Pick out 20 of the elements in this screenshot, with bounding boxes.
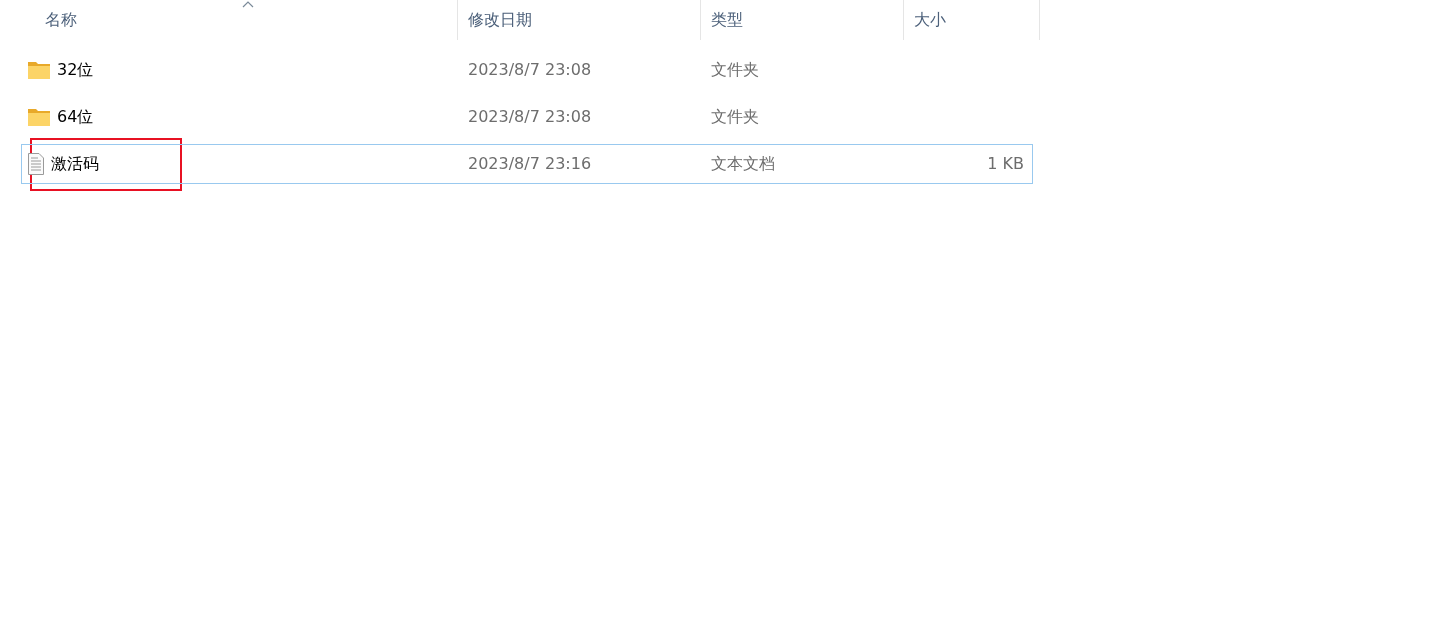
file-name: 64位 [57, 106, 94, 128]
modified-date: 2023/8/7 23:08 [468, 60, 592, 79]
column-header[interactable]: 修改日期 [458, 0, 701, 40]
file-row[interactable]: 64位 2023/8/7 23:08 文件夹 [21, 97, 1033, 137]
folder-icon [28, 61, 50, 79]
file-row[interactable]: 32位 2023/8/7 23:08 文件夹 [21, 50, 1033, 90]
file-type: 文本文档 [711, 154, 775, 173]
file-type: 文件夹 [711, 60, 759, 79]
text-file-icon [28, 153, 44, 175]
modified-date: 2023/8/7 23:16 [468, 154, 592, 173]
column-header[interactable]: 类型 [701, 0, 904, 40]
file-size: 1 KB [987, 154, 1024, 173]
modified-date: 2023/8/7 23:08 [468, 107, 592, 126]
file-name: 32位 [57, 59, 94, 81]
column-header[interactable]: 名称 [22, 0, 458, 40]
file-row[interactable]: 激活码 2023/8/7 23:16 文本文档 1 KB [21, 144, 1033, 184]
folder-icon [28, 108, 50, 126]
file-type: 文件夹 [711, 107, 759, 126]
column-header[interactable]: 大小 [904, 0, 1040, 40]
file-name: 激活码 [51, 153, 99, 175]
